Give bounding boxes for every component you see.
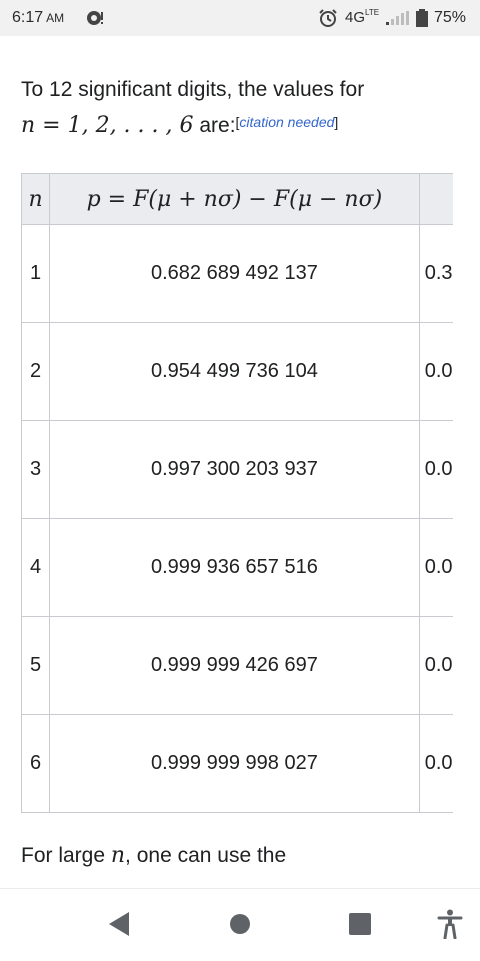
network-indicator: 4GLTE: [345, 8, 380, 26]
cell-p: 0.682 689 492 137: [49, 224, 420, 323]
recent-apps-icon: [349, 913, 371, 935]
accessibility-icon: [437, 909, 463, 939]
clock-ampm: AM: [46, 11, 65, 25]
header-q: [418, 173, 453, 225]
navigation-bar: [0, 888, 480, 961]
cell-n: 3: [21, 420, 51, 519]
cell-n: 4: [21, 518, 51, 617]
cell-q: 0.0: [418, 616, 453, 715]
signal-icon: [386, 11, 409, 25]
header-p: p = F(μ + nσ) − F(μ − nσ): [49, 173, 420, 225]
values-table-container[interactable]: n p = F(μ + nσ) − F(μ − nσ) 1 0.682 689 …: [21, 173, 453, 814]
cell-p: 0.997 300 203 937: [49, 420, 420, 519]
cell-q: 0.3: [418, 224, 453, 323]
citation-needed-link[interactable]: citation needed: [239, 114, 334, 130]
outro-math: n: [110, 843, 126, 868]
outro-after-text: , one can use the: [125, 844, 287, 867]
home-button[interactable]: [215, 899, 265, 949]
intro-math: n = 1, 2, . . . , 6: [21, 113, 194, 138]
table-row: 5 0.999 999 426 697 0.0: [21, 616, 453, 715]
back-button[interactable]: [93, 899, 143, 949]
table-row: 6 0.999 999 998 027 0.0: [21, 714, 453, 813]
intro-after-text: are:: [199, 114, 236, 137]
cell-n: 2: [21, 322, 51, 421]
cell-p: 0.954 499 736 104: [49, 322, 420, 421]
cell-n: 1: [21, 224, 51, 323]
table-row: 2 0.954 499 736 104 0.0: [21, 322, 453, 421]
cell-n: 6: [21, 714, 51, 813]
table-header-row: n p = F(μ + nσ) − F(μ − nσ): [21, 173, 453, 225]
header-n: n: [21, 173, 51, 225]
clock-time: 6:17: [12, 9, 44, 26]
cell-p: 0.999 999 998 027: [49, 714, 420, 813]
cell-p: 0.999 999 426 697: [49, 616, 420, 715]
back-icon: [109, 912, 129, 936]
cell-q: 0.0: [418, 518, 453, 617]
cell-p: 0.999 936 657 516: [49, 518, 420, 617]
intro-paragraph: To 12 significant digits, the values for…: [21, 72, 461, 144]
cell-n: 5: [21, 616, 51, 715]
battery-icon: [416, 9, 428, 27]
notification-icon: [87, 11, 103, 25]
home-icon: [230, 914, 250, 934]
citation: [citation needed]: [235, 114, 339, 130]
table-row: 3 0.997 300 203 937 0.0: [21, 420, 453, 519]
table-row: 4 0.999 936 657 516 0.0: [21, 518, 453, 617]
battery-percent: 75%: [434, 9, 467, 26]
table-row: 1 0.682 689 492 137 0.3: [21, 224, 453, 323]
clock: 6:17 AM: [12, 9, 64, 27]
recent-apps-button[interactable]: [335, 899, 385, 949]
outro-paragraph: For large n, one can use the: [21, 840, 461, 872]
intro-text: To 12 significant digits, the values for: [21, 78, 365, 101]
network-sup: LTE: [365, 8, 380, 17]
cell-q: 0.0: [418, 714, 453, 813]
status-bar: 6:17 AM 4GLTE 75%: [0, 0, 480, 36]
cell-q: 0.0: [418, 322, 453, 421]
outro-text: For large: [21, 844, 106, 867]
alarm-icon: [319, 9, 337, 27]
accessibility-button[interactable]: [425, 899, 475, 949]
network-type: 4G: [345, 9, 366, 26]
values-table: n p = F(μ + nσ) − F(μ − nσ) 1 0.682 689 …: [21, 173, 453, 813]
cell-q: 0.0: [418, 420, 453, 519]
